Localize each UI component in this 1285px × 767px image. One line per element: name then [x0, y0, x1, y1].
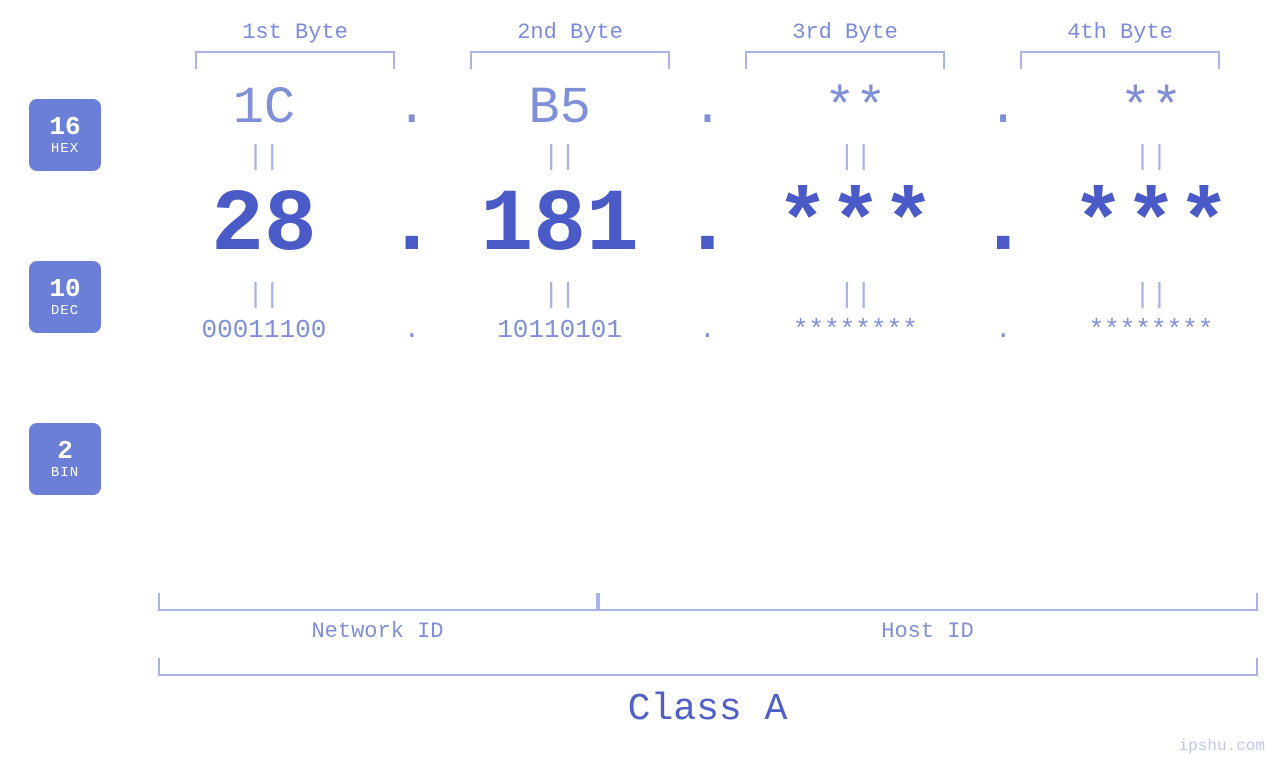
bin-val-1: 00011100	[164, 315, 364, 345]
eq2-1: ||	[164, 280, 364, 311]
values-area: 1C . B5 . ** . ** || || || || 28	[130, 79, 1285, 345]
hex-dot-2: .	[687, 79, 727, 138]
dec-val-3: ***	[755, 177, 955, 276]
bottom-section: Network ID Host ID	[158, 593, 1258, 644]
content-area: 16 HEX 10 DEC 2 BIN 1C . B5 . ** . **	[0, 79, 1285, 585]
dec-badge-label: DEC	[51, 303, 79, 319]
network-bracket-line	[158, 593, 598, 611]
bin-row: 00011100 . 10110101 . ******** . *******…	[130, 315, 1285, 345]
hex-dot-1: .	[392, 79, 432, 138]
hex-badge: 16 HEX	[29, 99, 101, 171]
eq-3: ||	[755, 142, 955, 173]
hex-val-1: 1C	[164, 79, 364, 138]
dec-dot-1: .	[392, 177, 432, 276]
class-section: Class A	[158, 658, 1258, 731]
hex-badge-number: 16	[49, 113, 80, 142]
hex-dot-3: .	[983, 79, 1023, 138]
eq-row-1: || || || ||	[130, 142, 1285, 173]
bracket-byte-4	[1020, 51, 1220, 69]
eq-4: ||	[1051, 142, 1251, 173]
hex-val-4: **	[1051, 79, 1251, 138]
bin-val-2: 10110101	[460, 315, 660, 345]
bin-badge-label: BIN	[51, 465, 79, 481]
bin-val-3: ********	[755, 315, 955, 345]
dec-badge-number: 10	[49, 275, 80, 304]
badges-column: 16 HEX 10 DEC 2 BIN	[0, 79, 130, 585]
host-id-label: Host ID	[881, 619, 973, 644]
dec-dot-3: .	[983, 177, 1023, 276]
bin-dot-1: .	[392, 315, 432, 345]
dec-val-1: 28	[164, 177, 364, 276]
main-container: 1st Byte 2nd Byte 3rd Byte 4th Byte 16 H…	[0, 0, 1285, 767]
network-id-bracket: Network ID	[158, 593, 598, 644]
hex-val-3: **	[755, 79, 955, 138]
network-id-label: Network ID	[311, 619, 443, 644]
byte-2-label: 2nd Byte	[470, 20, 670, 45]
eq-1: ||	[164, 142, 364, 173]
host-bracket-line	[598, 593, 1258, 611]
top-brackets	[158, 51, 1258, 69]
dec-val-2: 181	[460, 177, 660, 276]
byte-3-label: 3rd Byte	[745, 20, 945, 45]
eq2-3: ||	[755, 280, 955, 311]
hex-badge-label: HEX	[51, 141, 79, 157]
eq-2: ||	[460, 142, 660, 173]
hex-row: 1C . B5 . ** . **	[130, 79, 1285, 138]
dec-val-4: ***	[1051, 177, 1251, 276]
bin-dot-2: .	[687, 315, 727, 345]
bracket-byte-2	[470, 51, 670, 69]
byte-headers: 1st Byte 2nd Byte 3rd Byte 4th Byte	[158, 20, 1258, 45]
bin-val-4: ********	[1051, 315, 1251, 345]
bracket-byte-1	[195, 51, 395, 69]
bin-dot-3: .	[983, 315, 1023, 345]
byte-4-label: 4th Byte	[1020, 20, 1220, 45]
eq2-4: ||	[1051, 280, 1251, 311]
eq-row-2: || || || ||	[130, 280, 1285, 311]
bin-badge-number: 2	[57, 437, 73, 466]
byte-1-label: 1st Byte	[195, 20, 395, 45]
bottom-brackets: Network ID Host ID	[158, 593, 1258, 644]
bin-badge: 2 BIN	[29, 423, 101, 495]
host-id-bracket: Host ID	[598, 593, 1258, 644]
bracket-byte-3	[745, 51, 945, 69]
class-label: Class A	[628, 688, 788, 731]
class-bracket-line	[158, 658, 1258, 676]
dec-dot-2: .	[687, 177, 727, 276]
dec-row: 28 . 181 . *** . ***	[130, 177, 1285, 276]
eq2-2: ||	[460, 280, 660, 311]
hex-val-2: B5	[460, 79, 660, 138]
dec-badge: 10 DEC	[29, 261, 101, 333]
watermark: ipshu.com	[1179, 737, 1265, 755]
